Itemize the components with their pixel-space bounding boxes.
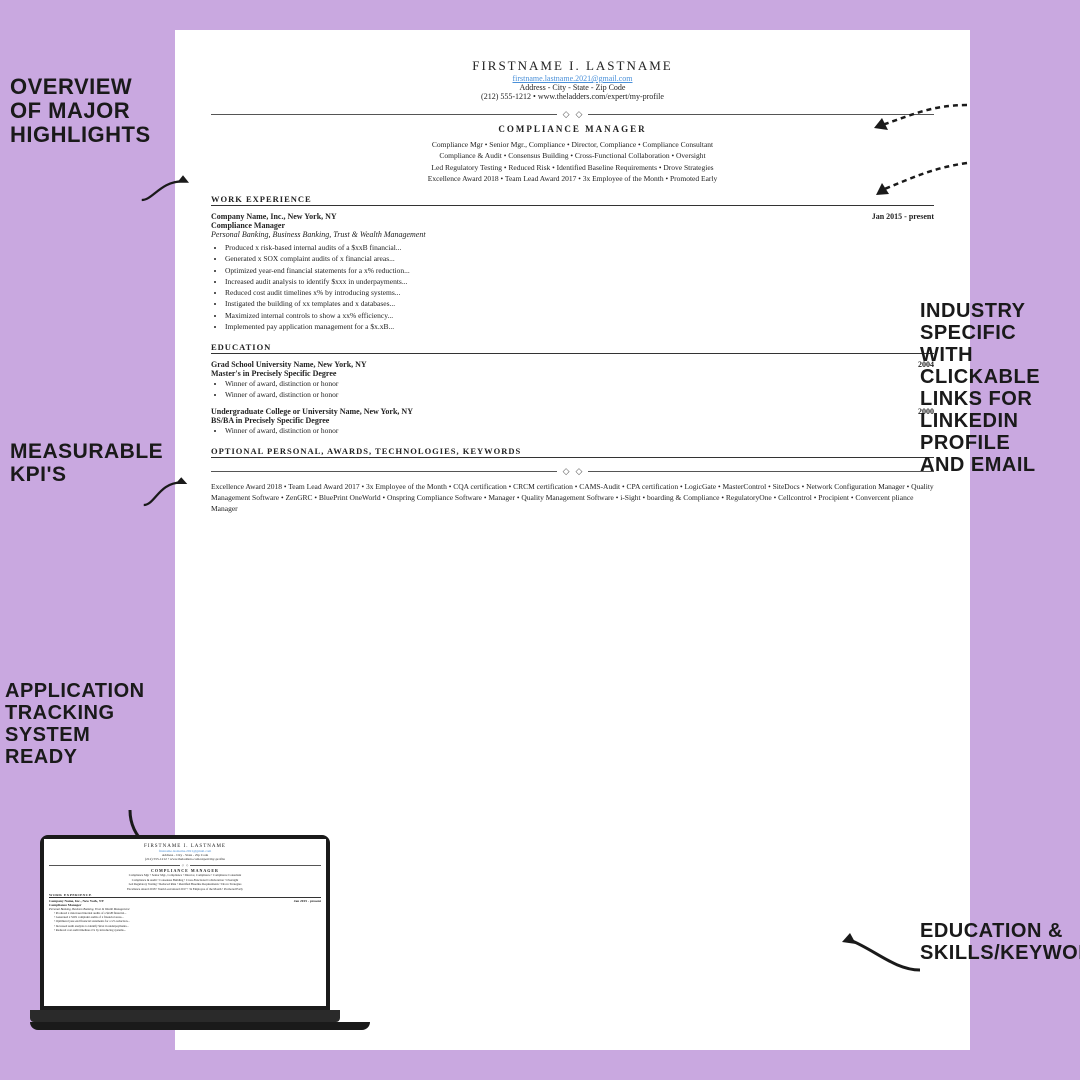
annotation-education-text: EDUCATION & SKILLS/KEYWORDS	[920, 920, 1080, 964]
resume-address: Address - City - State - Zip Code	[211, 83, 934, 92]
resume-phone: (212) 555-1212 • www.theladders.com/expe…	[211, 92, 934, 101]
bullet-item: Reduced cost audit timelines x% by intro…	[225, 287, 934, 298]
annotation-industry-text: INDUSTRY SPECIFIC WITH CLICKABLE LINKS F…	[920, 300, 1040, 476]
resume-email[interactable]: firstname.lastname.2021@gmail.com	[512, 74, 632, 83]
diamond-left: ◇	[563, 109, 570, 120]
laptop-base	[30, 1010, 340, 1022]
bullet-item: Optimized year-end financial statements …	[225, 265, 934, 276]
arrow-education-icon	[825, 920, 925, 980]
annotation-education: EDUCATION & SKILLS/KEYWORDS	[920, 920, 1075, 964]
edu1-bullet1: Winner of award, distinction or honor	[225, 378, 934, 389]
education-header: EDUCATION	[211, 342, 934, 354]
job1-bullets: Produced x risk-based internal audits of…	[225, 242, 934, 332]
laptop-work-section: WORK EXPERIENCE	[49, 893, 321, 898]
arrow-industry-top-icon	[832, 90, 972, 145]
edu2-header: Undergraduate College or University Name…	[211, 407, 934, 416]
laptop-phone: (212) 555-1212 • www.theladders.com/expe…	[49, 857, 321, 861]
bullet-item: Generated x SOX complaint audits of x fi…	[225, 253, 934, 264]
resume-name: FIRSTNAME I. LASTNAME	[211, 58, 934, 74]
kw-line3: Led Regulatory Testing • Reduced Risk • …	[211, 162, 934, 173]
job1-dates: Jan 2015 - present	[872, 212, 934, 221]
kw-line4: Excellence Award 2018 • Team Lead Award …	[211, 173, 934, 184]
annotation-ats: APPLICATION TRACKING SYSTEM READY	[5, 680, 155, 768]
resume-title: COMPLIANCE MANAGER	[211, 124, 934, 134]
annotation-industry: INDUSTRY SPECIFIC WITH CLICKABLE LINKS F…	[920, 300, 1075, 476]
laptop-d-right: ◇	[186, 863, 188, 867]
bullet-item: Produced x risk-based internal audits of…	[225, 242, 934, 253]
laptop-mockup: FIRSTNAME I. LASTNAME firstname.lastname…	[30, 835, 340, 1045]
bullet-item: Implemented pay application management f…	[225, 321, 934, 332]
edu2-bullets: Winner of award, distinction or honor	[225, 425, 934, 436]
diamond-b-right: ◇	[576, 466, 583, 477]
diamond-right: ◇	[576, 109, 583, 120]
edu1-bullets: Winner of award, distinction or honor Wi…	[225, 378, 934, 401]
job1-header: Company Name, Inc., New York, NY Jan 201…	[211, 212, 934, 221]
kw-line1: Compliance Mgr • Senior Mgr., Compliance…	[211, 139, 934, 150]
laptop-dates: Jan 2015 - present	[294, 899, 321, 903]
resume-header: FIRSTNAME I. LASTNAME firstname.lastname…	[211, 58, 934, 101]
edu1-header: Grad School University Name, New York, N…	[211, 360, 934, 369]
bullet-item: Maximized internal controls to show a xx…	[225, 310, 934, 321]
bullet-item: Increased audit analysis to identify $xx…	[225, 276, 934, 287]
job1-company: Company Name, Inc., New York, NY	[211, 212, 337, 221]
laptop-bottom	[30, 1022, 370, 1030]
edu2-bullet1: Winner of award, distinction or honor	[225, 425, 934, 436]
laptop-d-left: ◇	[182, 863, 184, 867]
laptop-header: FIRSTNAME I. LASTNAME firstname.lastname…	[49, 844, 321, 861]
edu1-degree: Master's in Precisely Specific Degree	[211, 369, 934, 378]
arrow-industry-bottom-icon	[832, 148, 972, 203]
laptop-kw: Compliance Mgr • Senior Mgr., Compliance…	[49, 873, 321, 891]
annotation-ats-text: APPLICATION TRACKING SYSTEM READY	[5, 680, 145, 768]
resume-phone-text: (212) 555-1212 • www.theladders.com/expe…	[481, 92, 664, 101]
optional-section: Excellence Award 2018 • Team Lead Award …	[211, 481, 934, 515]
laptop-diamond1: ◇ ◇	[49, 863, 321, 867]
edu1-school: Grad School University Name, New York, N…	[211, 360, 367, 369]
keywords-block: Compliance Mgr • Senior Mgr., Compliance…	[211, 139, 934, 184]
work-experience-header: WORK EXPERIENCE	[211, 194, 934, 206]
annotation-overview-text: OVERVIEW OF MAJOR HIGHLIGHTS	[10, 74, 151, 147]
laptop-screen: FIRSTNAME I. LASTNAME firstname.lastname…	[40, 835, 330, 1010]
optional-header: OPTIONAL PERSONAL, AWARDS, TECHNOLOGIES,…	[211, 446, 934, 458]
diamond-divider-top: ◇ ◇	[211, 109, 934, 120]
job1-subtitle: Personal Banking, Business Banking, Trus…	[211, 230, 934, 239]
annotation-overview: OVERVIEW OF MAJOR HIGHLIGHTS	[10, 75, 165, 148]
bullet-item: Instigated the building of xx templates …	[225, 298, 934, 309]
arrow-measurable-icon	[140, 465, 200, 515]
edu1-bullet2: Winner of award, distinction or honor	[225, 389, 934, 400]
main-container: FIRSTNAME I. LASTNAME firstname.lastname…	[0, 0, 1080, 1080]
laptop-bullets: • Produced x risk-based internal audits …	[54, 911, 321, 932]
edu2-school: Undergraduate College or University Name…	[211, 407, 413, 416]
diamond-b-left: ◇	[563, 466, 570, 477]
arrow-overview-icon	[138, 155, 198, 215]
kw-line2: Compliance & Audit • Consensus Building …	[211, 150, 934, 161]
laptop-screen-inner: FIRSTNAME I. LASTNAME firstname.lastname…	[44, 839, 326, 1006]
edu2-header-wrapper: Undergraduate College or University Name…	[211, 407, 934, 436]
job1-title: Compliance Manager	[211, 221, 934, 230]
edu2-degree: BS/BA in Precisely Specific Degree	[211, 416, 934, 425]
diamond-divider-bottom: ◇ ◇	[211, 466, 934, 477]
